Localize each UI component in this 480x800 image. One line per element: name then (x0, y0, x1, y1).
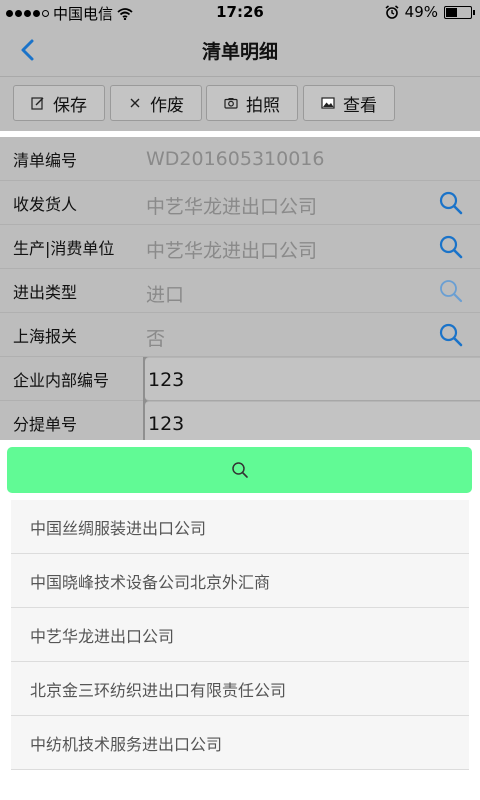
alarm-icon (385, 5, 399, 19)
picker-sheet: 中国丝绸服装进出口公司 中国晓峰技术设备公司北京外汇商 中艺华龙进出口公司 北京… (0, 440, 480, 800)
photo-button[interactable]: 拍照 (206, 85, 298, 121)
picker-search-bar[interactable] (7, 447, 472, 493)
battery-fill (446, 7, 457, 17)
view-label: 查看 (343, 95, 377, 116)
io-type-value[interactable]: 进口 (143, 269, 480, 313)
status-bar: 中国电信 17:26 49% (0, 0, 480, 24)
toolbar: 保存 作废 拍照 查看 (0, 77, 480, 131)
form-row-production-unit: 生产|消费单位 中艺华龙进出口公司 (0, 225, 480, 269)
form-row-internal-number: 企业内部编号 123 (0, 357, 480, 401)
photo-label: 拍照 (246, 95, 280, 116)
form-row-list-number: 清单编号 WD201605310016 (0, 137, 480, 181)
form-row-consignee: 收发货人 中艺华龙进出口公司 (0, 181, 480, 225)
field-label: 分提单号 (0, 401, 143, 445)
nav-bar: 清单明细 (0, 24, 480, 77)
search-icon[interactable] (438, 234, 464, 260)
field-label: 进出类型 (0, 269, 143, 313)
form: 清单编号 WD201605310016 收发货人 中艺华龙进出口公司 生产|消费… (0, 137, 480, 445)
edit-icon (31, 97, 44, 110)
status-right: 49% (385, 3, 475, 21)
field-label: 企业内部编号 (0, 357, 143, 401)
close-icon (130, 98, 140, 108)
picker-list: 中国丝绸服装进出口公司 中国晓峰技术设备公司北京外汇商 中艺华龙进出口公司 北京… (11, 500, 469, 770)
list-item[interactable]: 中国晓峰技术设备公司北京外汇商 (11, 554, 469, 608)
list-item[interactable]: 北京金三环纺织进出口有限责任公司 (11, 662, 469, 716)
field-label: 生产|消费单位 (0, 225, 143, 269)
form-row-io-type: 进出类型 进口 (0, 269, 480, 313)
field-label: 上海报关 (0, 313, 143, 357)
image-icon (321, 97, 335, 109)
sub-bill-number-input[interactable]: 123 (145, 401, 480, 445)
form-row-shanghai-customs: 上海报关 否 (0, 313, 480, 357)
shanghai-customs-value[interactable]: 否 (143, 313, 480, 357)
list-number-value: WD201605310016 (143, 137, 480, 181)
list-item[interactable]: 中国丝绸服装进出口公司 (11, 500, 469, 554)
production-unit-value[interactable]: 中艺华龙进出口公司 (143, 225, 480, 269)
camera-icon (224, 98, 238, 109)
battery-icon (444, 5, 475, 19)
list-item[interactable]: 中纺机技术服务进出口公司 (11, 716, 469, 770)
save-button[interactable]: 保存 (13, 85, 105, 121)
search-icon[interactable] (438, 322, 464, 348)
void-label: 作废 (150, 95, 184, 116)
view-button[interactable]: 查看 (303, 85, 395, 121)
internal-number-input[interactable]: 123 (145, 357, 480, 401)
battery-percent: 49% (404, 3, 438, 21)
search-icon (231, 462, 248, 478)
consignee-value[interactable]: 中艺华龙进出口公司 (143, 181, 480, 225)
search-icon[interactable] (438, 190, 464, 216)
field-label: 收发货人 (0, 181, 143, 225)
save-label: 保存 (53, 95, 87, 116)
void-button[interactable]: 作废 (110, 85, 202, 121)
list-item[interactable]: 中艺华龙进出口公司 (11, 608, 469, 662)
search-icon[interactable] (438, 278, 464, 304)
page-title: 清单明细 (201, 41, 278, 63)
field-label: 清单编号 (0, 137, 143, 181)
form-row-sub-bill-number: 分提单号 123 (0, 401, 480, 445)
